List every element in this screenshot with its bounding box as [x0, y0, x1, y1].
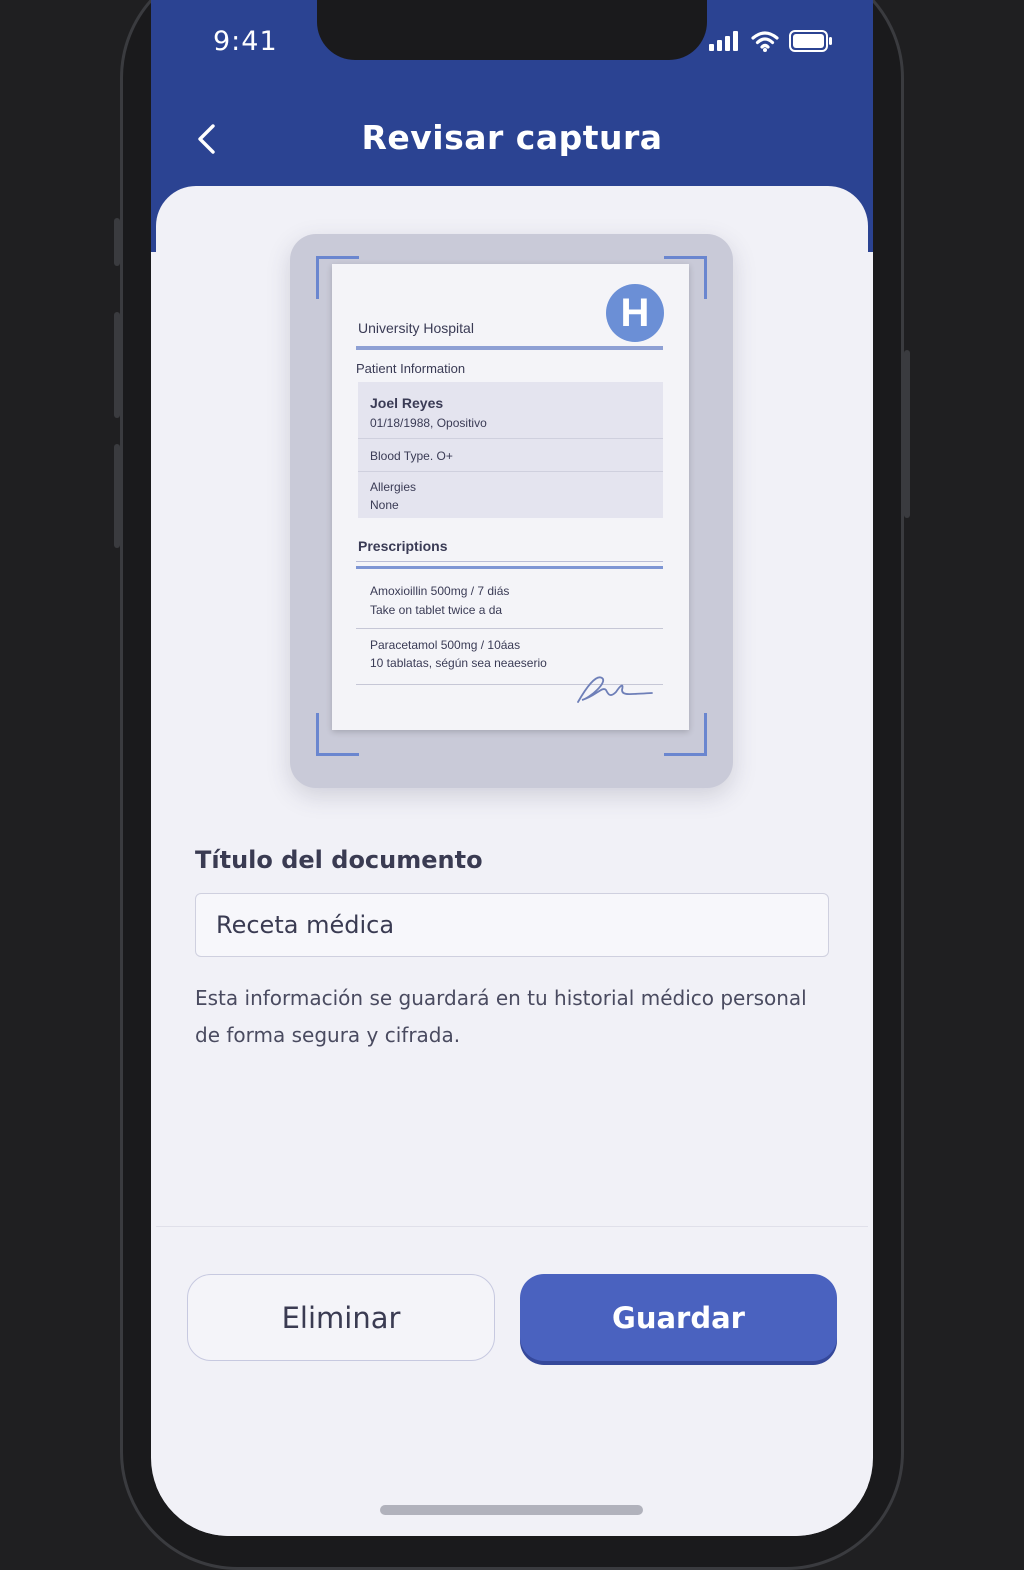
- volume-up-button: [114, 312, 120, 418]
- signature-icon: [577, 676, 653, 703]
- doc-rx1-line2: Take on tablet twice a da: [370, 603, 503, 617]
- save-button[interactable]: Guardar: [520, 1274, 837, 1361]
- home-indicator[interactable]: [380, 1505, 643, 1515]
- doc-allergies-label: Allergies: [370, 480, 417, 494]
- doc-hospital-name: University Hospital: [358, 320, 474, 336]
- doc-allergies-value: None: [370, 498, 399, 512]
- footer-divider: [156, 1226, 868, 1227]
- doc-prescriptions-rule: [356, 566, 663, 569]
- doc-patient-name: Joel Reyes: [370, 395, 444, 411]
- delete-button[interactable]: Eliminar: [187, 1274, 495, 1361]
- power-button: [904, 350, 910, 518]
- doc-rule: [358, 471, 663, 472]
- cellular-signal-icon: [709, 31, 738, 51]
- wifi-icon: [751, 31, 779, 52]
- document-preview[interactable]: University Hospital H Patient Informatio…: [290, 234, 733, 788]
- screen: 9:41 Revisar captura University Hospital…: [151, 0, 873, 1536]
- volume-down-button: [114, 444, 120, 548]
- doc-blood-type: Blood Type. O+: [370, 449, 453, 463]
- document-title-label: Título del documento: [195, 846, 483, 874]
- doc-patient-dob: 01/18/1988, Opositivo: [370, 416, 487, 430]
- hospital-logo: H: [606, 284, 664, 342]
- doc-rx1-line1: Amoxioillin 500mg / 7 diás: [370, 584, 510, 598]
- document-title-input[interactable]: [216, 894, 806, 956]
- document-title-field[interactable]: [195, 893, 829, 957]
- scanned-document: University Hospital H Patient Informatio…: [332, 264, 689, 730]
- doc-rx2-line2: 10 tablatas, ségún sea neaeserio: [370, 656, 547, 670]
- doc-rule: [356, 561, 663, 562]
- doc-section-patient: Patient Information: [356, 361, 466, 376]
- content-card: University Hospital H Patient Informatio…: [156, 186, 868, 1536]
- doc-header-rule: [356, 346, 663, 350]
- help-text: Esta información se guardará en tu histo…: [195, 986, 807, 1047]
- doc-rx2-line1: Paracetamol 500mg / 10áas: [370, 638, 521, 652]
- status-time: 9:41: [213, 26, 278, 57]
- doc-rule: [358, 438, 663, 439]
- silent-switch: [114, 218, 120, 266]
- doc-rule: [356, 628, 663, 629]
- status-icons: [709, 30, 833, 52]
- doc-section-prescriptions: Prescriptions: [358, 538, 448, 554]
- battery-icon: [789, 30, 832, 52]
- page-title: Revisar captura: [361, 118, 663, 157]
- notch: [317, 0, 707, 60]
